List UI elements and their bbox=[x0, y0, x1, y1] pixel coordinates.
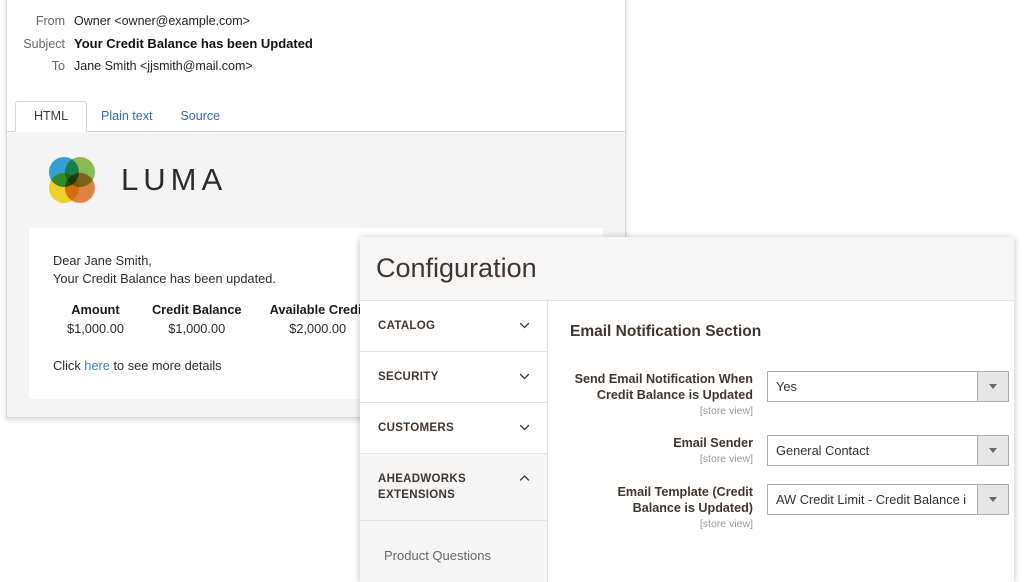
sidebar-subnav: Product Questions bbox=[360, 521, 547, 582]
tab-html[interactable]: HTML bbox=[15, 101, 88, 132]
luma-logo-icon bbox=[49, 157, 95, 203]
send-email-notification-value: Yes bbox=[776, 379, 797, 394]
email-header-subject-value: Your Credit Balance has been Updated bbox=[74, 36, 313, 51]
sidebar-item-customers[interactable]: Customers bbox=[360, 403, 547, 454]
email-header-from-label: From bbox=[35, 14, 65, 28]
email-template-value: AW Credit Limit - Credit Balance i bbox=[776, 492, 967, 507]
cell-amount: $1,000.00 bbox=[67, 321, 124, 336]
sidebar-item-aheadworks-extensions-label: Aheadworks Extensions bbox=[378, 473, 466, 501]
email-preview-tabs: HTML Plain text Source bbox=[7, 100, 625, 132]
field-email-sender-label: Email Sender bbox=[673, 436, 753, 450]
sidebar-item-product-questions[interactable]: Product Questions bbox=[384, 547, 531, 565]
configuration-sidebar: Catalog Security Customers Aheadworks Ex… bbox=[360, 301, 548, 582]
logo-center-hole-icon bbox=[64, 172, 94, 202]
sidebar-item-catalog-label: Catalog bbox=[378, 320, 436, 332]
configuration-body: Catalog Security Customers Aheadworks Ex… bbox=[360, 301, 1014, 582]
configuration-window: Configuration Catalog Security Customers bbox=[360, 237, 1014, 582]
chevron-down-icon[interactable] bbox=[977, 372, 1008, 401]
email-template-select[interactable]: AW Credit Limit - Credit Balance i bbox=[767, 484, 1009, 515]
field-send-email-notification-label: Send Email Notification When Credit Bala… bbox=[574, 372, 753, 402]
field-email-sender-scope: [store view] bbox=[699, 453, 753, 465]
email-header-to-value: Jane Smith <jjsmith@mail.com> bbox=[74, 59, 253, 73]
email-brand-bar: LUMA bbox=[7, 132, 625, 228]
email-sender-select[interactable]: General Contact bbox=[767, 435, 1009, 466]
section-title: Email Notification Section bbox=[570, 323, 762, 340]
field-email-template: Email Template (Credit Balance is Update… bbox=[570, 484, 1009, 530]
send-email-notification-select[interactable]: Yes bbox=[767, 371, 1009, 402]
chevron-down-icon bbox=[518, 370, 531, 383]
details-prefix: Click bbox=[53, 358, 85, 373]
email-header-subject: Subject Your Credit Balance has been Upd… bbox=[7, 35, 625, 53]
field-email-sender: Email Sender [store view] General Contac… bbox=[570, 435, 1009, 466]
sidebar-item-catalog[interactable]: Catalog bbox=[360, 301, 547, 352]
tab-source[interactable]: Source bbox=[166, 101, 234, 131]
sidebar-item-security[interactable]: Security bbox=[360, 352, 547, 403]
email-header-to: To Jane Smith <jjsmith@mail.com> bbox=[7, 58, 625, 75]
details-link[interactable]: here bbox=[84, 358, 110, 373]
field-send-email-notification: Send Email Notification When Credit Bala… bbox=[570, 371, 1009, 417]
cell-credit-balance: $1,000.00 bbox=[168, 321, 226, 336]
field-send-email-notification-label-group: Send Email Notification When Credit Bala… bbox=[570, 371, 767, 417]
page-title: Configuration bbox=[376, 253, 537, 283]
luma-wordmark: LUMA bbox=[121, 162, 228, 197]
details-suffix: to see more details bbox=[109, 358, 222, 373]
email-header-block: From Owner <owner@example.com> Subject Y… bbox=[7, 0, 625, 90]
field-send-email-notification-scope: [store view] bbox=[699, 405, 753, 417]
table-header-credit-balance: Credit Balance bbox=[151, 302, 242, 317]
configuration-header: Configuration bbox=[360, 237, 1014, 301]
tab-plain-text[interactable]: Plain text bbox=[87, 101, 166, 131]
chevron-down-icon[interactable] bbox=[977, 485, 1008, 514]
email-header-subject-label: Subject bbox=[23, 37, 65, 51]
sidebar-item-customers-label: Customers bbox=[378, 422, 454, 434]
sidebar-item-security-label: Security bbox=[378, 371, 439, 383]
field-email-template-label-group: Email Template (Credit Balance is Update… bbox=[570, 484, 767, 530]
chevron-down-icon[interactable] bbox=[977, 436, 1008, 465]
field-email-template-scope: [store view] bbox=[699, 518, 753, 530]
chevron-down-icon bbox=[518, 421, 531, 434]
field-email-template-label: Email Template (Credit Balance is Update… bbox=[617, 485, 753, 515]
chevron-down-icon bbox=[518, 319, 531, 332]
email-header-from: From Owner <owner@example.com> bbox=[7, 13, 625, 30]
sidebar-item-aheadworks-extensions[interactable]: Aheadworks Extensions bbox=[360, 454, 547, 521]
configuration-form-panel: Email Notification Section Send Email No… bbox=[548, 301, 1014, 582]
email-sender-value: General Contact bbox=[776, 443, 870, 458]
field-email-sender-label-group: Email Sender [store view] bbox=[570, 435, 767, 465]
chevron-up-icon bbox=[518, 472, 531, 485]
email-header-to-label: To bbox=[51, 59, 65, 73]
email-header-from-value: Owner <owner@example.com> bbox=[74, 14, 250, 28]
table-header-amount: Amount bbox=[71, 302, 120, 317]
